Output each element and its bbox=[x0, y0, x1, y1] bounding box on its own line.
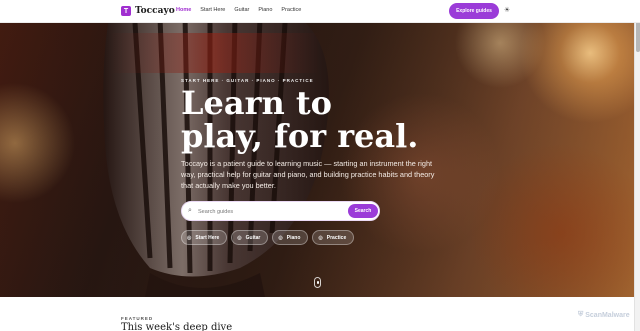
practice-icon: ◎ bbox=[318, 234, 323, 241]
nav-link-piano[interactable]: Piano bbox=[258, 7, 272, 13]
explore-guides-button[interactable]: Explore guides bbox=[449, 3, 499, 19]
featured-eyebrow: FEATURED bbox=[121, 316, 154, 321]
hero-headline: Learn to play, for real. bbox=[181, 87, 441, 153]
chip-practice[interactable]: ◎ Practice bbox=[312, 230, 355, 245]
search-icon: ⌕ bbox=[188, 207, 192, 214]
hero-description: Toccayo is a patient guide to learning m… bbox=[181, 159, 435, 190]
hero-headline-line-1: Learn to bbox=[181, 84, 332, 122]
hero-section: START HERE · GUITAR · PIANO · PRACTICE L… bbox=[0, 23, 634, 297]
main-nav: Home Start Here Guitar Piano Practice bbox=[176, 7, 301, 13]
nav-link-practice[interactable]: Practice bbox=[281, 7, 301, 13]
page-scrollbar[interactable] bbox=[634, 0, 640, 331]
scroll-indicator-dot bbox=[317, 281, 319, 284]
compass-icon: ◎ bbox=[187, 234, 192, 241]
search-input[interactable] bbox=[198, 206, 338, 217]
chip-guitar[interactable]: ◎ Guitar bbox=[231, 230, 269, 245]
chip-start-here[interactable]: ◎ Start Here bbox=[181, 230, 228, 245]
chip-label: Start Here bbox=[195, 234, 220, 241]
watermark-text: ScanMalware bbox=[585, 311, 630, 319]
brand-name: Toccayo bbox=[135, 6, 175, 16]
chip-piano[interactable]: ◎ Piano bbox=[272, 230, 309, 245]
featured-heading: This week's deep dive bbox=[121, 322, 233, 331]
brand[interactable]: T Toccayo bbox=[121, 6, 175, 16]
brand-logo-icon: T bbox=[121, 6, 131, 16]
chip-label: Practice bbox=[326, 234, 347, 241]
chip-label: Piano bbox=[286, 234, 301, 241]
topic-chips: ◎ Start Here ◎ Guitar ◎ Piano ◎ Practice bbox=[181, 230, 355, 245]
nav-link-start-here[interactable]: Start Here bbox=[200, 7, 225, 13]
piano-icon: ◎ bbox=[278, 234, 283, 241]
nav-link-guitar[interactable]: Guitar bbox=[234, 7, 249, 13]
chip-label: Guitar bbox=[245, 234, 261, 241]
search-bar: ⌕ Search bbox=[181, 201, 380, 221]
hero-eyebrow: START HERE · GUITAR · PIANO · PRACTICE bbox=[181, 78, 314, 83]
search-button[interactable]: Search bbox=[348, 204, 378, 218]
hero-headline-line-2: play, for real. bbox=[181, 117, 419, 155]
watermark: ⛨ ScanMalware bbox=[578, 311, 630, 319]
nav-link-home[interactable]: Home bbox=[176, 7, 191, 13]
sun-icon[interactable]: ☀ bbox=[503, 7, 511, 15]
top-navigation-bar: T Toccayo Home Start Here Guitar Piano P… bbox=[0, 0, 640, 23]
guitar-icon: ◎ bbox=[237, 234, 242, 241]
shield-icon: ⛨ bbox=[578, 311, 584, 318]
scroll-down-indicator[interactable] bbox=[314, 277, 321, 288]
